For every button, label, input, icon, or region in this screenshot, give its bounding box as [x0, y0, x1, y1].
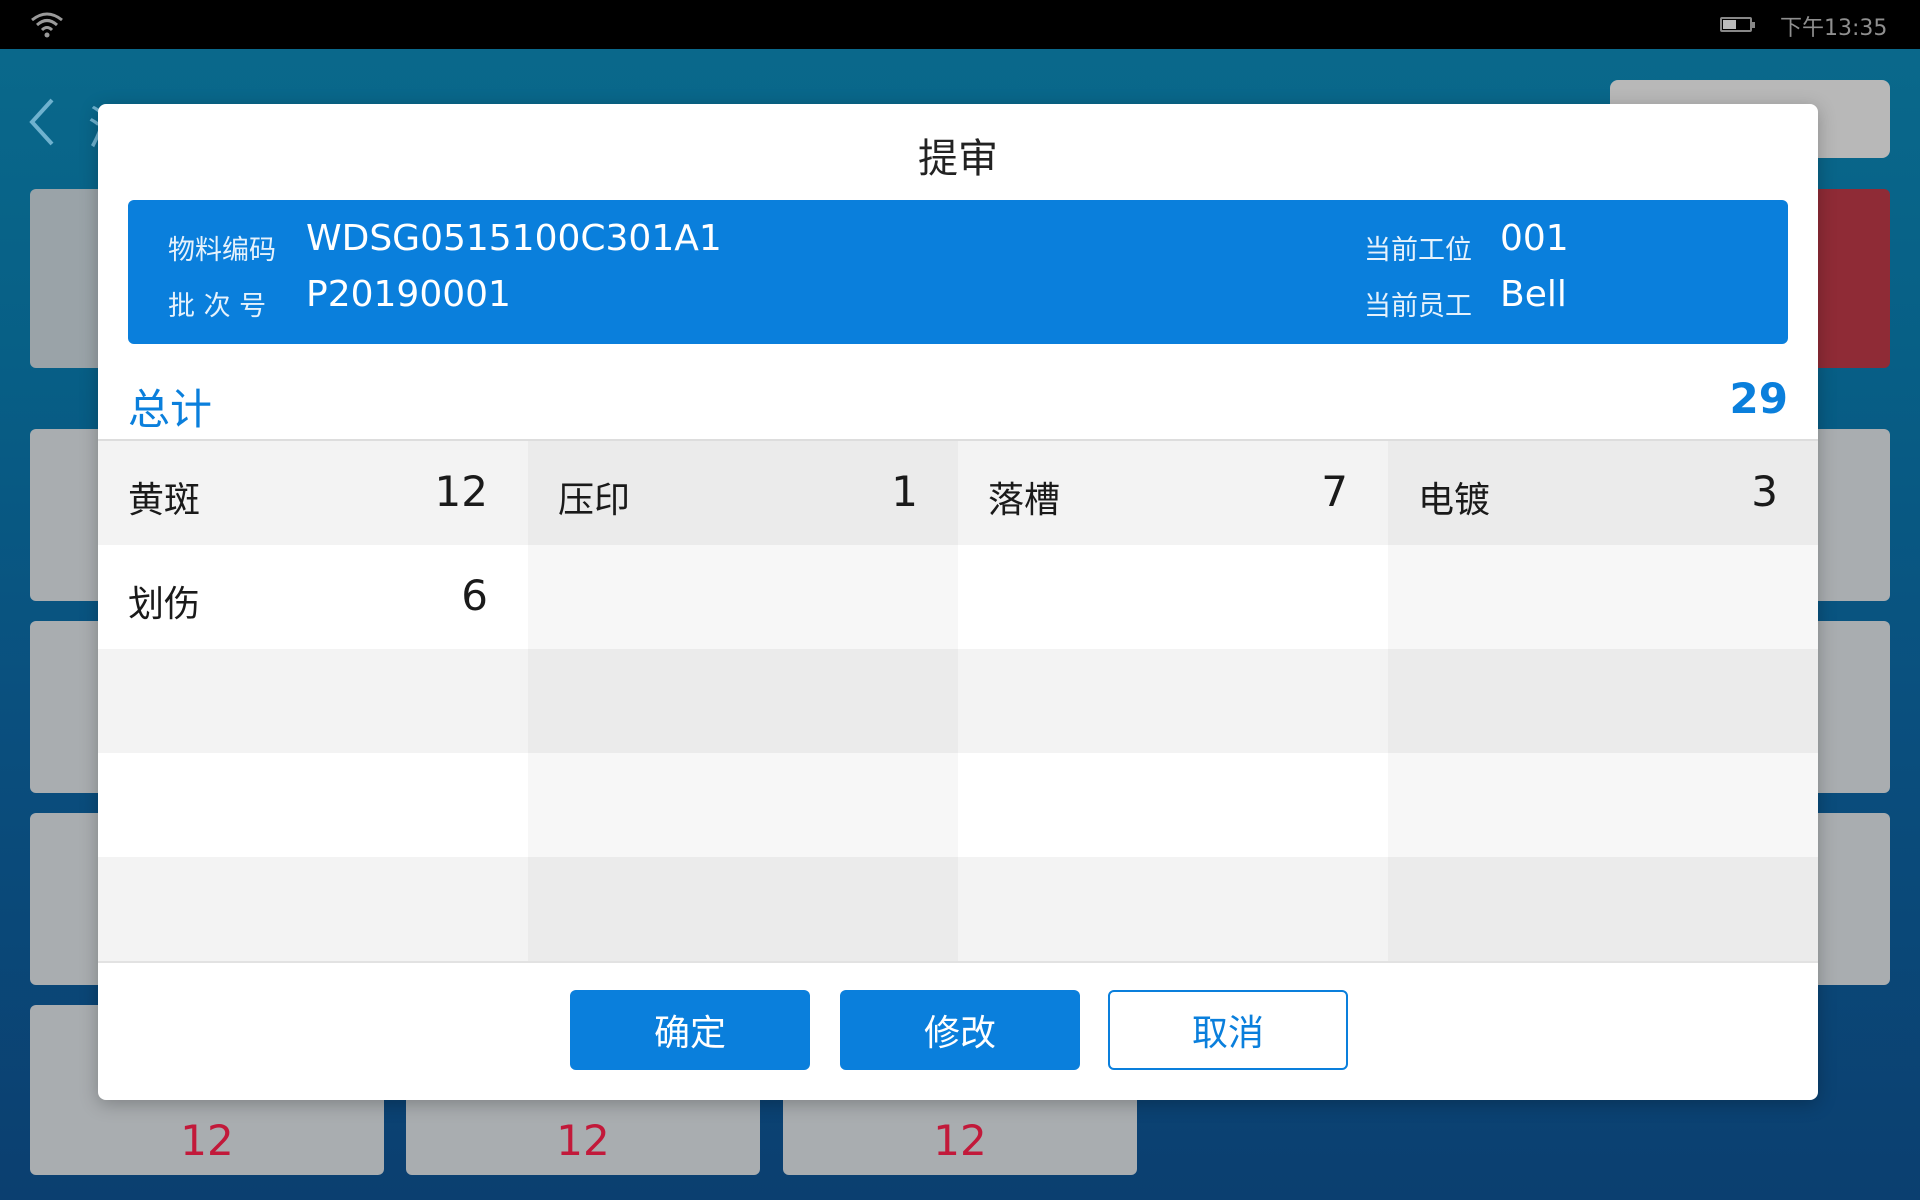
battery-icon [1720, 17, 1755, 32]
defect-name: 电镀 [1418, 480, 1491, 521]
material-code-value: WDSG0515100C301A1 [306, 218, 722, 259]
defect-count: 3 [1751, 467, 1778, 516]
grid-row [98, 753, 1818, 857]
status-bar: 下午13:35 [0, 0, 1920, 49]
empty-cell [958, 649, 1388, 753]
grid-row: 黄斑 12 压印 1 落槽 7 电镀 3 [98, 441, 1818, 545]
defect-cell[interactable]: 落槽 7 [958, 441, 1388, 545]
empty-cell [1388, 857, 1818, 961]
empty-cell [958, 545, 1388, 649]
dialog-title: 提审 [918, 136, 998, 182]
defect-cell[interactable]: 电镀 3 [1388, 441, 1818, 545]
background-card-count: 12 [933, 1116, 987, 1165]
empty-cell [1388, 545, 1818, 649]
employee-label: 当前员工 [1364, 291, 1472, 322]
grid-row [98, 857, 1818, 961]
defect-count: 1 [891, 467, 918, 516]
modify-button[interactable]: 修改 [840, 990, 1080, 1070]
station-label: 当前工位 [1364, 235, 1472, 266]
divider [98, 961, 1818, 963]
background-card-count: 12 [180, 1116, 234, 1165]
empty-cell [958, 753, 1388, 857]
empty-cell [958, 857, 1388, 961]
defect-grid: 黄斑 12 压印 1 落槽 7 电镀 3 划伤 6 [98, 441, 1818, 961]
employee-value: Bell [1500, 274, 1567, 315]
empty-cell [528, 857, 958, 961]
empty-cell [1388, 753, 1818, 857]
defect-count: 7 [1321, 467, 1348, 516]
material-code-label: 物料编码 [168, 235, 276, 266]
cancel-button[interactable]: 取消 [1108, 990, 1348, 1070]
defect-cell[interactable]: 划伤 6 [98, 545, 528, 649]
batch-label: 批 次 号 [168, 291, 267, 322]
empty-cell [528, 545, 958, 649]
defect-cell[interactable]: 压印 1 [528, 441, 958, 545]
station-value: 001 [1500, 218, 1569, 259]
back-icon[interactable] [22, 92, 62, 152]
defect-name: 黄斑 [128, 480, 201, 521]
empty-cell [98, 857, 528, 961]
wifi-icon [31, 12, 63, 38]
grid-row: 划伤 6 [98, 545, 1818, 649]
empty-cell [98, 753, 528, 857]
defect-name: 压印 [558, 480, 631, 521]
defect-count: 6 [461, 571, 488, 620]
total-label: 总计 [128, 385, 213, 434]
defect-cell[interactable]: 黄斑 12 [98, 441, 528, 545]
empty-cell [98, 649, 528, 753]
empty-cell [528, 753, 958, 857]
review-dialog: 提审 物料编码 WDSG0515100C301A1 批 次 号 P2019000… [98, 104, 1818, 1100]
defect-name: 划伤 [128, 584, 201, 625]
clock: 下午13:35 [1780, 16, 1888, 41]
info-panel: 物料编码 WDSG0515100C301A1 批 次 号 P20190001 当… [128, 200, 1788, 344]
background-card-count: 12 [556, 1116, 610, 1165]
batch-value: P20190001 [306, 274, 511, 315]
defect-name: 落槽 [988, 480, 1061, 521]
grid-row [98, 649, 1818, 753]
empty-cell [1388, 649, 1818, 753]
confirm-button[interactable]: 确定 [570, 990, 810, 1070]
defect-count: 12 [434, 467, 488, 516]
total-value: 29 [1729, 374, 1788, 423]
empty-cell [528, 649, 958, 753]
